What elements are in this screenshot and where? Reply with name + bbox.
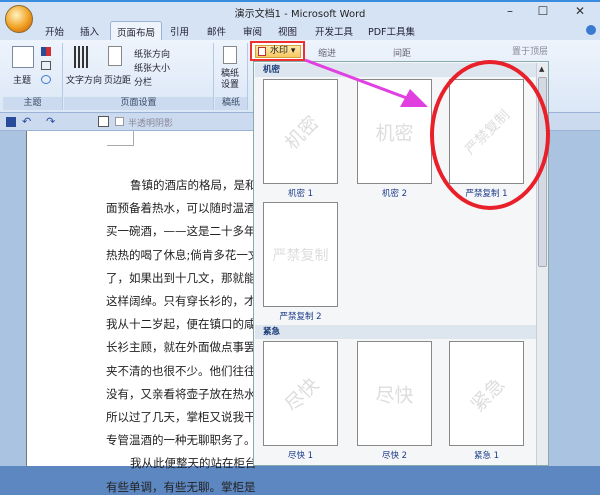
- undo-icon[interactable]: ↶: [22, 115, 31, 128]
- document-line: 热热的喝了休息;倘肯多花一文: [106, 247, 256, 262]
- watermark-option-label[interactable]: 严禁复制 2: [263, 310, 338, 322]
- document-line: 买一碗酒，——这是二十多年前: [106, 224, 256, 239]
- tab-mailings[interactable]: 邮件: [207, 24, 226, 38]
- watermark-preview-text: 尽快: [280, 373, 323, 416]
- document-line: 没有，又亲看将壶子放在热水里: [106, 386, 256, 401]
- watermark-preview-text: 机密: [280, 111, 323, 154]
- office-button[interactable]: [5, 5, 33, 33]
- shadow-checkbox[interactable]: [115, 117, 124, 126]
- document-line: 专管温酒的一种无聊职务了。: [106, 433, 256, 448]
- tab-home[interactable]: 开始: [45, 24, 64, 38]
- document-line: 我从十二岁起，便在镇口的咸亨: [106, 317, 256, 332]
- draft-icon: [223, 46, 237, 64]
- scroll-up-icon[interactable]: ▲: [539, 65, 544, 73]
- watermark-button[interactable]: 水印 ▾: [255, 45, 301, 58]
- text-direction-button[interactable]: 文字方向: [66, 73, 102, 86]
- margin-corner-mark: [107, 131, 134, 146]
- watermark-option[interactable]: 尽快: [263, 341, 338, 446]
- help-icon[interactable]: [586, 25, 596, 35]
- document-line: 鲁镇的酒店的格局，是和别: [130, 178, 256, 192]
- ribbon-tabs: 开始 插入 页面布局 引用 邮件 审阅 视图 开发工具 PDF工具集: [0, 21, 600, 41]
- bring-front-button[interactable]: 置于顶层: [512, 44, 548, 57]
- close-button[interactable]: ✕: [570, 4, 590, 18]
- maximize-button[interactable]: ☐: [533, 4, 553, 18]
- document-line: 我从此便整天的站在柜台里: [130, 456, 256, 471]
- document-line: 长衫主顾，就在外面做点事罢。: [106, 340, 256, 355]
- theme-group: 主题 主题: [3, 43, 63, 110]
- tab-review[interactable]: 审阅: [243, 24, 262, 38]
- tab-insert[interactable]: 插入: [80, 24, 99, 38]
- document-line: 所以过了几天，掌柜又说我干不: [106, 410, 256, 424]
- theme-fonts-icon[interactable]: [41, 61, 51, 70]
- size-button[interactable]: 纸张大小: [134, 61, 170, 74]
- margins-icon: [108, 46, 122, 66]
- document-line: 面预备着热水，可以随时温酒。: [106, 201, 256, 216]
- draft-group-label: 稿纸: [215, 97, 247, 110]
- minimize-button[interactable]: –: [500, 4, 520, 18]
- columns-button[interactable]: 分栏: [134, 75, 152, 88]
- tab-developer[interactable]: 开发工具: [315, 24, 353, 38]
- document-line: 有些单调，有些无聊。掌柜是一: [106, 479, 256, 494]
- watermark-preview-text: 尽快: [375, 384, 414, 406]
- title-bar: 演示文档1 - Microsoft Word – ☐ ✕: [0, 0, 600, 21]
- page-setup-group: 文字方向 页边距 纸张方向 纸张大小 分栏 页面设置: [64, 43, 214, 110]
- watermark-icon: [258, 47, 266, 56]
- redo-icon[interactable]: ↷: [46, 115, 55, 128]
- tab-view[interactable]: 视图: [278, 24, 297, 38]
- orientation-button[interactable]: 纸张方向: [134, 47, 170, 60]
- tab-references[interactable]: 引用: [170, 24, 189, 38]
- watermark-option[interactable]: 严禁复制: [263, 202, 338, 307]
- watermark-option-label[interactable]: 尽快 1: [263, 449, 338, 461]
- draft-group: 稿纸设置 稿纸: [215, 43, 248, 110]
- watermark-option[interactable]: 紧急: [449, 341, 524, 446]
- page-setup-label: 页面设置: [64, 97, 213, 110]
- watermark-preview-text: 紧急: [466, 373, 509, 416]
- highlight-circle: [430, 60, 550, 210]
- watermark-preview-text: 机密: [375, 122, 414, 144]
- watermark-option[interactable]: 尽快: [357, 341, 432, 446]
- document-line: 了，如果出到十几文，那就能买: [106, 270, 256, 285]
- text-direction-icon: [74, 46, 90, 68]
- shadow-label: 半透明阴影: [128, 119, 174, 129]
- theme-icon: [12, 46, 34, 68]
- theme-button[interactable]: 主题: [13, 73, 31, 86]
- tab-page-layout[interactable]: 页面布局: [110, 21, 163, 41]
- theme-colors-icon[interactable]: [41, 47, 51, 56]
- watermark-option-label[interactable]: 机密 1: [263, 187, 338, 199]
- draft-settings-button[interactable]: 稿纸设置: [221, 69, 241, 91]
- theme-group-label: 主题: [3, 97, 62, 110]
- document-line: 这样阔绰。只有穿长衫的，才踱: [106, 294, 256, 308]
- tab-pdf-tools[interactable]: PDF工具集: [368, 24, 415, 38]
- document-line: 夹不清的也很不少。他们往往要: [106, 363, 256, 378]
- pointer-arrow: [304, 58, 428, 107]
- save-icon[interactable]: [6, 117, 16, 127]
- watermark-option-label[interactable]: 尽快 2: [357, 449, 432, 461]
- gallery-section-header: 紧急: [255, 325, 536, 339]
- margins-button[interactable]: 页边距: [104, 73, 131, 86]
- theme-effects-icon[interactable]: [41, 75, 51, 84]
- draw-icon[interactable]: [98, 116, 109, 127]
- watermark-button-highlight: 水印 ▾: [250, 41, 305, 61]
- watermark-option-label[interactable]: 紧急 1: [449, 449, 524, 461]
- watermark-label: 水印: [270, 46, 289, 56]
- watermark-option-label[interactable]: 机密 2: [357, 187, 432, 199]
- watermark-preview-text: 严禁复制: [272, 247, 329, 264]
